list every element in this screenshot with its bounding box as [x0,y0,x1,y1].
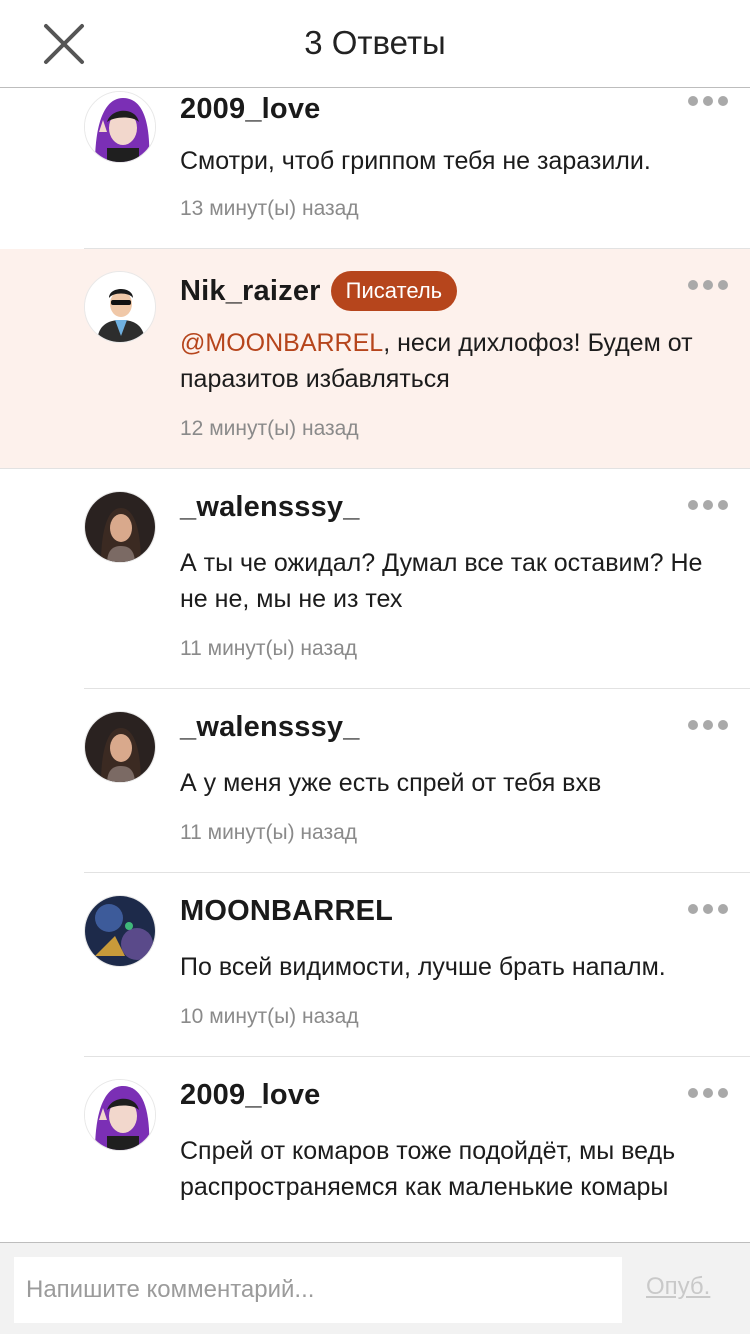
username[interactable]: 2009_love [180,93,320,126]
comment-header: _walensssy_ [180,711,360,744]
comment-timestamp: 11 минут(ы) назад [180,637,358,660]
username[interactable]: MOONBARREL [180,895,393,928]
avatar[interactable] [84,711,156,783]
comment-item: MOONBARREL По всей видимости, лучше брат… [0,873,750,1057]
username[interactable]: 2009_love [180,1079,320,1112]
username[interactable]: Nik_raizer [180,275,321,308]
mention-link[interactable]: @MOONBARREL [180,329,383,357]
comment-item: Nik_raizer Писатель @MOONBARREL, неси ди… [0,249,750,469]
top-bar: 3 Ответы [0,0,750,88]
avatar[interactable] [84,895,156,967]
comment-text: А у меня уже есть спрей от тебя вхв [180,769,602,797]
username[interactable]: _walensssy_ [180,491,360,524]
replies-list[interactable]: 2009_love Смотри, чтоб гриппом тебя не з… [0,89,750,1242]
comment-timestamp: 13 минут(ы) назад [180,197,359,220]
comment-header: Nik_raizer Писатель [180,271,458,311]
more-options-icon[interactable] [688,717,728,733]
publish-button[interactable]: Опуб. [646,1273,710,1301]
more-options-icon[interactable] [688,1085,728,1101]
comment-text: @MOONBARREL, неси дихлофоз! Будем от пар… [180,325,730,397]
comment-timestamp: 10 минут(ы) назад [180,1005,359,1028]
more-options-icon[interactable] [688,901,728,917]
page-title: 3 Ответы [304,24,446,61]
avatar[interactable] [84,271,156,343]
comment-text: Спрей от комаров тоже подойдёт, мы ведь … [180,1137,676,1201]
more-options-icon[interactable] [688,277,728,293]
comment-text: Смотри, чтоб гриппом тебя не заразили. [180,147,651,175]
avatar[interactable] [84,91,156,163]
more-options-icon[interactable] [688,497,728,513]
comment-header: 2009_love [180,1079,320,1112]
comment-item: 2009_love Смотри, чтоб гриппом тебя не з… [0,89,750,249]
comment-header: 2009_love [180,93,320,126]
comment-item: 2009_love Спрей от комаров тоже подойдёт… [0,1057,750,1242]
comment-timestamp: 12 минут(ы) назад [180,417,359,440]
comment-header: MOONBARREL [180,895,393,928]
comment-item: _walensssy_ А ты че ожидал? Думал все та… [0,469,750,689]
comment-input[interactable] [14,1257,622,1323]
comment-text: По всей видимости, лучше брать напалм. [180,953,666,981]
writer-badge: Писатель [330,271,458,311]
more-options-icon[interactable] [688,93,728,109]
comment-composer: Опуб. [0,1242,750,1334]
comment-item: _walensssy_ А у меня уже есть спрей от т… [0,689,750,873]
avatar[interactable] [84,491,156,563]
comment-text: А ты че ожидал? Думал все так оставим? Н… [180,549,703,613]
comment-header: _walensssy_ [180,491,360,524]
avatar[interactable] [84,1079,156,1151]
username[interactable]: _walensssy_ [180,711,360,744]
comment-timestamp: 11 минут(ы) назад [180,821,358,844]
